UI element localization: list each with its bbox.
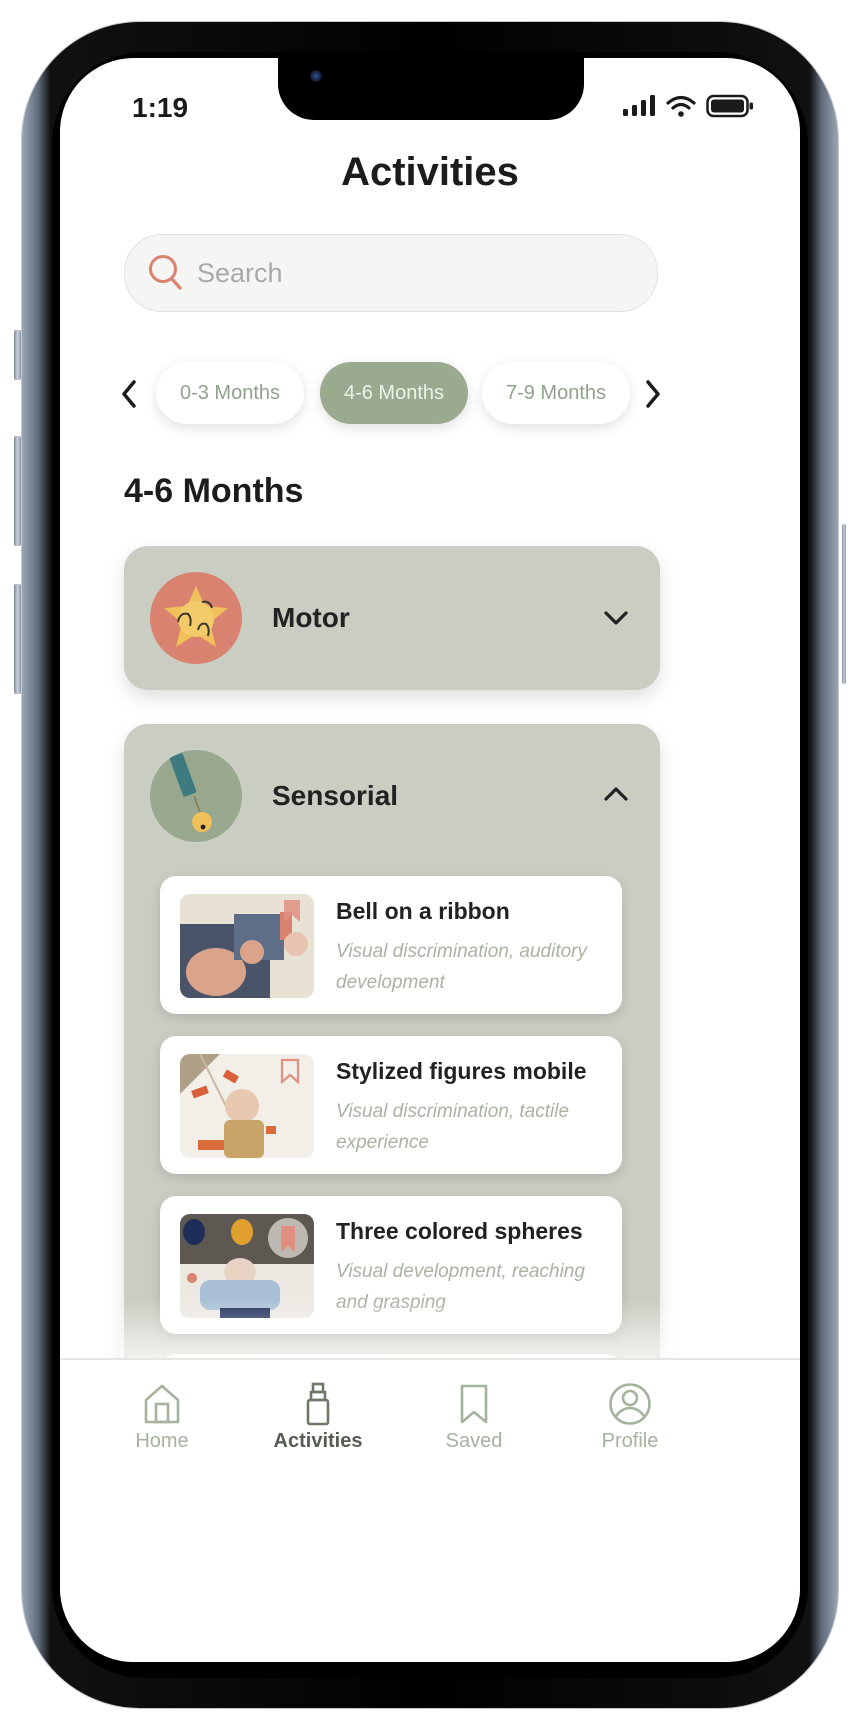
- bottle-icon: [306, 1382, 330, 1426]
- tab-label: Saved: [445, 1430, 503, 1452]
- bookmark-icon[interactable]: [280, 1058, 300, 1084]
- front-camera: [310, 70, 322, 82]
- wifi-icon: [666, 95, 696, 117]
- age-pill-0-3-months[interactable]: 0-3 Months: [156, 362, 304, 424]
- activity-title: Three colored spheres: [336, 1218, 583, 1244]
- home-icon: [144, 1384, 180, 1424]
- bookmark-icon: [460, 1384, 488, 1424]
- screen: 1:19 Activities 0-3 M: [60, 58, 800, 1662]
- bell-ribbon-icon: [150, 750, 242, 842]
- activity-card[interactable]: Three colored spheres Visual development…: [160, 1196, 622, 1334]
- activity-description: Visual discrimination, auditory developm…: [336, 941, 587, 993]
- tab-label: Profile: [601, 1430, 659, 1452]
- activity-card[interactable]: Stylized figures mobile Visual discrimin…: [160, 1036, 622, 1174]
- activity-description: Visual development, reaching and graspin…: [336, 1261, 585, 1313]
- tab-saved[interactable]: Saved: [414, 1382, 534, 1453]
- tab-home[interactable]: Home: [102, 1382, 222, 1453]
- chevron-right-icon[interactable]: [640, 378, 666, 410]
- notch: [278, 58, 584, 120]
- search-icon: [149, 255, 182, 290]
- activity-description: Visual discrimination, tactile experienc…: [336, 1101, 570, 1153]
- category-card-sensorial: Sensorial Bell on a ribbon Visual discri…: [124, 724, 660, 1404]
- tab-activities[interactable]: Activities: [258, 1382, 378, 1453]
- tab-profile[interactable]: Profile: [570, 1382, 690, 1453]
- chevron-left-icon[interactable]: [116, 378, 142, 410]
- tab-label: Activities: [273, 1430, 363, 1452]
- signal-icon: [623, 95, 655, 116]
- age-pill-4-6-months[interactable]: 4-6 Months: [320, 362, 468, 424]
- section-title: 4-6 Months: [124, 472, 304, 510]
- power-button: [842, 524, 846, 684]
- tab-bar: Home Activities Saved Profile: [60, 1358, 800, 1662]
- age-pill-7-9-months[interactable]: 7-9 Months: [482, 362, 630, 424]
- chevron-up-icon[interactable]: [602, 784, 630, 804]
- tab-label: Home: [135, 1430, 189, 1452]
- bookmark-icon[interactable]: [282, 898, 302, 924]
- activity-title: Stylized figures mobile: [336, 1058, 587, 1084]
- mute-switch: [14, 330, 21, 380]
- activity-thumbnail: [180, 1214, 314, 1318]
- category-name: Motor: [272, 602, 350, 633]
- volume-up-button: [14, 436, 21, 546]
- battery-icon: [706, 94, 753, 118]
- volume-down-button: [14, 584, 21, 694]
- status-time: 1:19: [132, 92, 189, 123]
- profile-icon: [609, 1383, 651, 1425]
- star-toy-icon: [150, 572, 242, 664]
- age-filter: 0-3 Months 4-6 Months 7-9 Months: [116, 362, 676, 426]
- status-icons: [622, 94, 754, 118]
- chevron-down-icon[interactable]: [602, 608, 630, 628]
- category-card-motor[interactable]: Motor: [124, 546, 660, 690]
- activity-title: Bell on a ribbon: [336, 898, 510, 924]
- page-title: Activities: [341, 150, 519, 194]
- search-input[interactable]: [195, 256, 619, 290]
- category-name: Sensorial: [272, 780, 399, 811]
- search-bar[interactable]: [124, 234, 658, 312]
- activity-card[interactable]: Bell on a ribbon Visual discrimination, …: [160, 876, 622, 1014]
